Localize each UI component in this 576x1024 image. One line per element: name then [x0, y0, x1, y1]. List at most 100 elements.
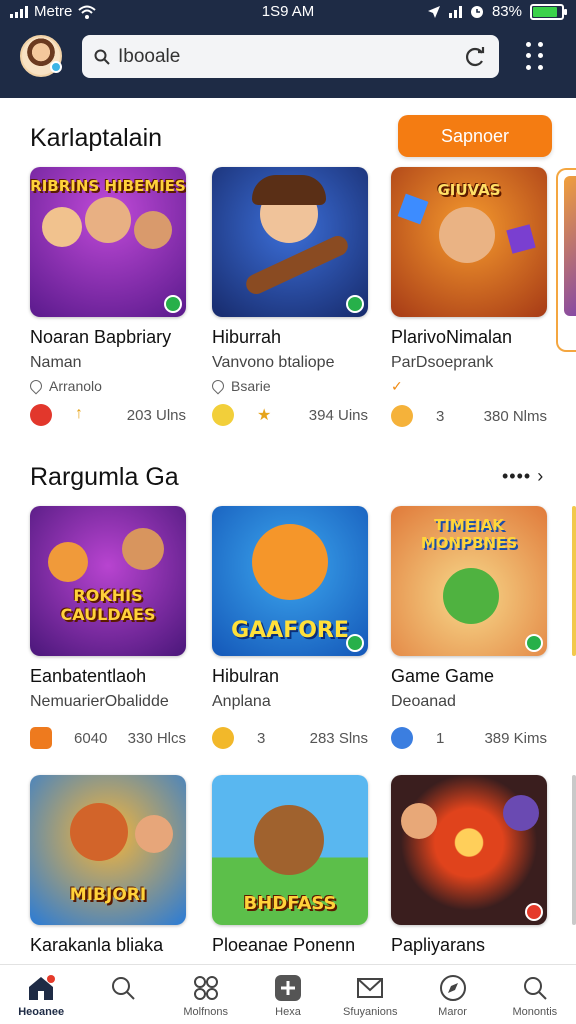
thumbnail-title: TIMEIAK MONPBNES — [420, 516, 518, 552]
partial-card[interactable] — [556, 168, 576, 352]
more-menu-icon[interactable] — [526, 42, 546, 72]
game-card[interactable]: GIUVAS PlarivoNimalan ParDsoeprank ✓ 3 3… — [391, 167, 549, 429]
card-subtitle: Naman — [30, 354, 82, 371]
search-icon — [523, 977, 547, 1000]
emoji-icon — [212, 727, 234, 749]
nav-label: Maror — [438, 1006, 467, 1018]
game-thumbnail[interactable]: BHDFASS — [212, 775, 368, 925]
game-card[interactable]: TIMEIAK MONPBNES Game Game Deoanad 1 389… — [391, 506, 549, 751]
avatar-badge — [50, 61, 62, 73]
game-thumbnail[interactable]: TIMEIAK MONPBNES — [391, 506, 547, 656]
nav-inbox[interactable]: Sfuyanions — [329, 965, 411, 1024]
card-title: Hiburrah — [212, 327, 282, 347]
search-icon — [94, 49, 110, 65]
game-thumbnail[interactable] — [212, 167, 368, 317]
card-location: Bsarie — [209, 377, 370, 395]
card-count: 394 Uins — [308, 407, 368, 424]
avatar[interactable] — [20, 35, 62, 77]
nav-label: Monontis — [512, 1006, 558, 1018]
game-card[interactable]: RIBRINS HIBEMIES Noaran Bapbriary Naman … — [27, 167, 188, 428]
nav-add[interactable]: Hexa — [247, 965, 329, 1024]
home-icon — [29, 975, 56, 1000]
see-more-button[interactable]: •••• › — [502, 466, 544, 487]
game-card[interactable]: ROKHIS CAULDAES Eanbatentlaoh NemuarierO… — [30, 506, 188, 751]
verified-icon — [525, 634, 543, 652]
location-label: Arranolo — [49, 378, 102, 394]
badge-icon — [30, 404, 52, 426]
refresh-icon[interactable] — [463, 45, 487, 69]
verified-icon — [346, 295, 364, 313]
card-rating: 3 — [257, 730, 266, 747]
sponsor-button[interactable]: Sapnoer — [398, 115, 552, 157]
card-title: Papliyarans — [391, 935, 486, 955]
card-stats: 3 283 Slns — [212, 727, 370, 751]
cell-signal-icon — [448, 5, 462, 18]
thumbnail-title: RIBRINS HIBEMIES — [30, 177, 186, 195]
bolt-icon: ✓ — [391, 378, 403, 394]
location-pin-icon — [209, 377, 227, 395]
thumbnail-title: ROKHIS CAULDAES — [60, 586, 156, 624]
nav-label: Hexa — [275, 1006, 301, 1018]
nav-explore[interactable]: Maror — [411, 965, 493, 1024]
add-icon — [274, 975, 301, 1001]
nav-label: Molfnons — [183, 1006, 229, 1018]
partial-card[interactable] — [572, 506, 576, 656]
game-thumbnail[interactable]: MIBJORI — [30, 775, 186, 925]
card-stats: ↑ 203 Ulns — [30, 404, 188, 428]
section-title-2: Rargumla Ga — [30, 463, 179, 491]
game-thumbnail[interactable]: GIUVAS — [391, 167, 547, 317]
card-count: 283 Slns — [309, 730, 368, 747]
game-thumbnail[interactable] — [391, 775, 547, 925]
thumbnail-title: BHDFASS — [243, 893, 337, 914]
card-rating: 3 — [436, 408, 445, 425]
nav-search[interactable] — [82, 965, 164, 1024]
search-bar[interactable] — [82, 35, 499, 78]
battery-percent: 83% — [491, 3, 522, 20]
thumbnail-title: MIBJORI — [69, 885, 147, 905]
card-rating: 1 — [436, 730, 445, 747]
game-card[interactable]: GAAFORE Hibulran Anplana 3 283 Slns — [212, 506, 370, 751]
game-card[interactable]: Papliyarans — [391, 775, 549, 956]
search-icon — [112, 977, 136, 1000]
card-count: 330 Hlcs — [127, 730, 186, 747]
status-right: 83% — [427, 3, 567, 20]
badge-icon — [525, 903, 543, 921]
top-bar: Metre 1S9 AM 83% — [0, 0, 576, 98]
game-thumbnail[interactable]: RIBRINS HIBEMIES — [30, 167, 186, 317]
compass-icon — [439, 975, 466, 1001]
partial-card[interactable] — [572, 775, 576, 925]
tv-icon — [30, 727, 52, 749]
card-stats: 6040 330 Hlcs — [30, 727, 188, 751]
games-icon — [193, 976, 218, 1000]
nav-more[interactable]: Monontis — [494, 965, 576, 1024]
trophy-icon: ↑ — [75, 405, 83, 422]
verified-icon — [346, 634, 364, 652]
search-input[interactable] — [118, 45, 448, 68]
card-title: Karakanla bliaka — [30, 935, 164, 955]
card-subtitle: ParDsoeprank — [391, 354, 494, 371]
emoji-icon — [391, 405, 413, 427]
nav-home[interactable]: Heoanee — [0, 965, 82, 1024]
game-card[interactable]: BHDFASS Ploeanae Ponenn — [212, 775, 370, 956]
game-thumbnail[interactable]: ROKHIS CAULDAES — [30, 506, 186, 656]
card-title: Hibulran — [212, 666, 280, 686]
card-title: PlarivoNimalan — [391, 327, 513, 347]
game-card[interactable]: Hiburrah Vanvono btaliope Bsarie ★ 394 U… — [209, 167, 370, 428]
bottom-nav: Heoanee Molfnons Hexa Sfuyanions Maror M… — [0, 964, 576, 1024]
card-location: Arranolo — [27, 377, 188, 395]
card-stats: 1 389 Kims — [391, 727, 549, 751]
thumbnail-title: GAAFORE — [231, 618, 349, 643]
card-tag: ✓ — [391, 378, 549, 395]
game-card[interactable]: MIBJORI Karakanla bliaka — [30, 775, 188, 956]
card-title: Game Game — [391, 666, 495, 686]
card-subtitle: Vanvono btaliope — [212, 354, 335, 371]
game-thumbnail[interactable]: GAAFORE — [212, 506, 368, 656]
status-bar: Metre 1S9 AM 83% — [0, 0, 576, 26]
section-title-1: Karlaptalain — [30, 124, 163, 152]
thumbnail-title: GIUVAS — [437, 181, 501, 199]
alarm-icon — [470, 5, 483, 18]
nav-games[interactable]: Molfnons — [165, 965, 247, 1024]
location-arrow-icon — [427, 5, 440, 18]
inbox-icon — [357, 978, 384, 998]
card-title: Noaran Bapbriary — [30, 327, 172, 347]
